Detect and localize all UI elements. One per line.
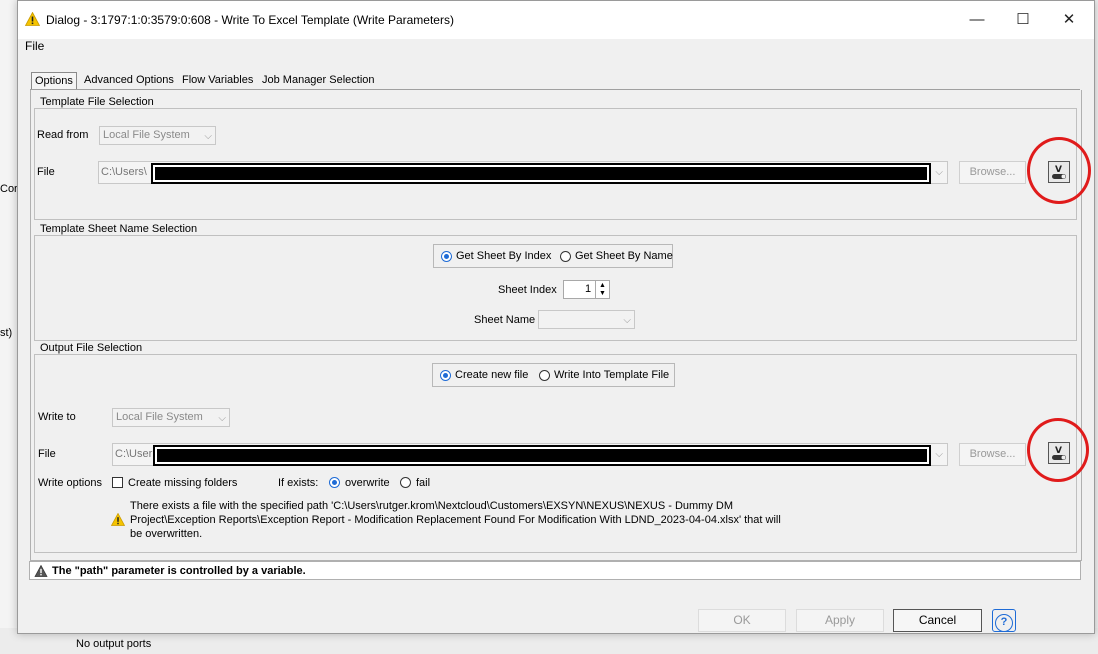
sheet-by-index-radio[interactable]	[441, 251, 452, 262]
template-browse-button[interactable]: Browse...	[959, 161, 1026, 184]
background-fragment: st)	[0, 327, 13, 339]
create-missing-folders-label[interactable]: Create missing folders	[128, 477, 237, 489]
close-button[interactable]: ✕	[1046, 7, 1092, 33]
highlight-circle	[1027, 418, 1089, 482]
write-options-label: Write options	[38, 477, 102, 489]
write-into-template-radio[interactable]	[539, 370, 550, 381]
sheet-name-select[interactable]: ⌵	[538, 310, 635, 329]
read-from-select[interactable]: Local File System ⌵	[99, 126, 216, 145]
tab-options[interactable]: Options	[31, 72, 77, 90]
create-new-file-label[interactable]: Create new file	[455, 369, 528, 381]
file-label: File	[37, 166, 55, 178]
overwrite-label[interactable]: overwrite	[345, 477, 390, 489]
chevron-down-icon: ⌵	[623, 315, 631, 326]
write-to-label: Write to	[38, 411, 76, 423]
spinner-arrows[interactable]: ▲ ▼	[595, 281, 610, 298]
sheet-by-name-radio[interactable]	[560, 251, 571, 262]
tab-flow-variables[interactable]: Flow Variables	[179, 72, 256, 89]
file-label: File	[38, 448, 56, 460]
sheet-name-label: Sheet Name	[474, 314, 536, 326]
ok-button[interactable]: OK	[698, 609, 786, 632]
title-bar: Dialog - 3:1797:1:0:3579:0:608 - Write T…	[18, 1, 1094, 39]
menu-file[interactable]: File	[25, 39, 44, 53]
warning-line: be overwritten.	[130, 528, 203, 540]
chevron-down-icon: ⌵	[204, 131, 212, 142]
redaction-bar	[151, 163, 931, 184]
window-title: Dialog - 3:1797:1:0:3579:0:608 - Write T…	[46, 13, 454, 27]
warning-line: Project\Exception Reports\Exception Repo…	[130, 514, 781, 526]
tab-advanced-options[interactable]: Advanced Options	[81, 72, 177, 89]
warning-icon	[34, 565, 48, 577]
output-file-path-input[interactable]: C:\User ⌵	[112, 443, 948, 466]
cancel-button[interactable]: Cancel	[893, 609, 982, 632]
if-exists-label: If exists:	[278, 477, 319, 489]
chevron-down-icon: ⌵	[935, 449, 943, 460]
file-path-text: C:\User	[115, 448, 153, 460]
redaction-bar	[153, 445, 931, 466]
maximize-button[interactable]: ☐	[1000, 7, 1046, 33]
status-message: The "path" parameter is controlled by a …	[52, 565, 306, 577]
arrow-down-icon[interactable]: ▼	[599, 290, 606, 297]
chevron-down-icon: ⌵	[218, 413, 226, 424]
minimize-button[interactable]: —	[954, 7, 1000, 33]
group-label: Template File Selection	[38, 96, 156, 108]
sheet-index-value: 1	[585, 283, 592, 295]
read-from-label: Read from	[37, 129, 89, 141]
create-new-file-radio[interactable]	[440, 370, 451, 381]
sheet-selection-radio-group: Get Sheet By Index Get Sheet By Name	[433, 244, 673, 268]
template-file-path-input[interactable]: C:\Users\ ⌵	[98, 161, 948, 184]
create-missing-folders-checkbox[interactable]	[112, 477, 123, 488]
group-label: Template Sheet Name Selection	[38, 223, 200, 235]
warning-icon	[25, 12, 40, 26]
dialog-window: Dialog - 3:1797:1:0:3579:0:608 - Write T…	[17, 0, 1095, 634]
menu-bar: File	[18, 39, 1094, 55]
write-to-value: Local File System	[116, 411, 203, 423]
warning-icon	[111, 513, 125, 526]
chevron-down-icon: ⌵	[935, 167, 943, 178]
status-bar: The "path" parameter is controlled by a …	[29, 561, 1081, 580]
arrow-up-icon[interactable]: ▲	[599, 282, 606, 289]
group-label: Output File Selection	[38, 342, 145, 354]
output-mode-radio-group: Create new file Write Into Template File	[432, 363, 675, 387]
fail-radio[interactable]	[400, 477, 411, 488]
background-fragment: Cor	[0, 183, 18, 195]
sheet-index-label: Sheet Index	[498, 284, 557, 296]
highlight-circle	[1027, 137, 1091, 204]
write-to-select[interactable]: Local File System ⌵	[112, 408, 230, 427]
apply-button[interactable]: Apply	[796, 609, 884, 632]
help-button[interactable]: ?	[992, 609, 1016, 632]
background-fragment: No output ports	[76, 638, 152, 650]
file-path-text: C:\Users\	[101, 166, 147, 178]
write-into-template-label[interactable]: Write Into Template File	[554, 369, 669, 381]
read-from-value: Local File System	[103, 129, 190, 141]
fail-label[interactable]: fail	[416, 477, 430, 489]
help-icon: ?	[995, 614, 1013, 632]
warning-line: There exists a file with the specified p…	[130, 500, 734, 512]
tab-job-manager-selection[interactable]: Job Manager Selection	[259, 72, 378, 89]
overwrite-warning: There exists a file with the specified p…	[130, 499, 830, 541]
sheet-by-index-label[interactable]: Get Sheet By Index	[456, 250, 551, 262]
sheet-index-spinner[interactable]: 1 ▲ ▼	[563, 280, 610, 299]
overwrite-radio[interactable]	[329, 477, 340, 488]
sheet-by-name-label[interactable]: Get Sheet By Name	[575, 250, 673, 262]
output-browse-button[interactable]: Browse...	[959, 443, 1026, 466]
